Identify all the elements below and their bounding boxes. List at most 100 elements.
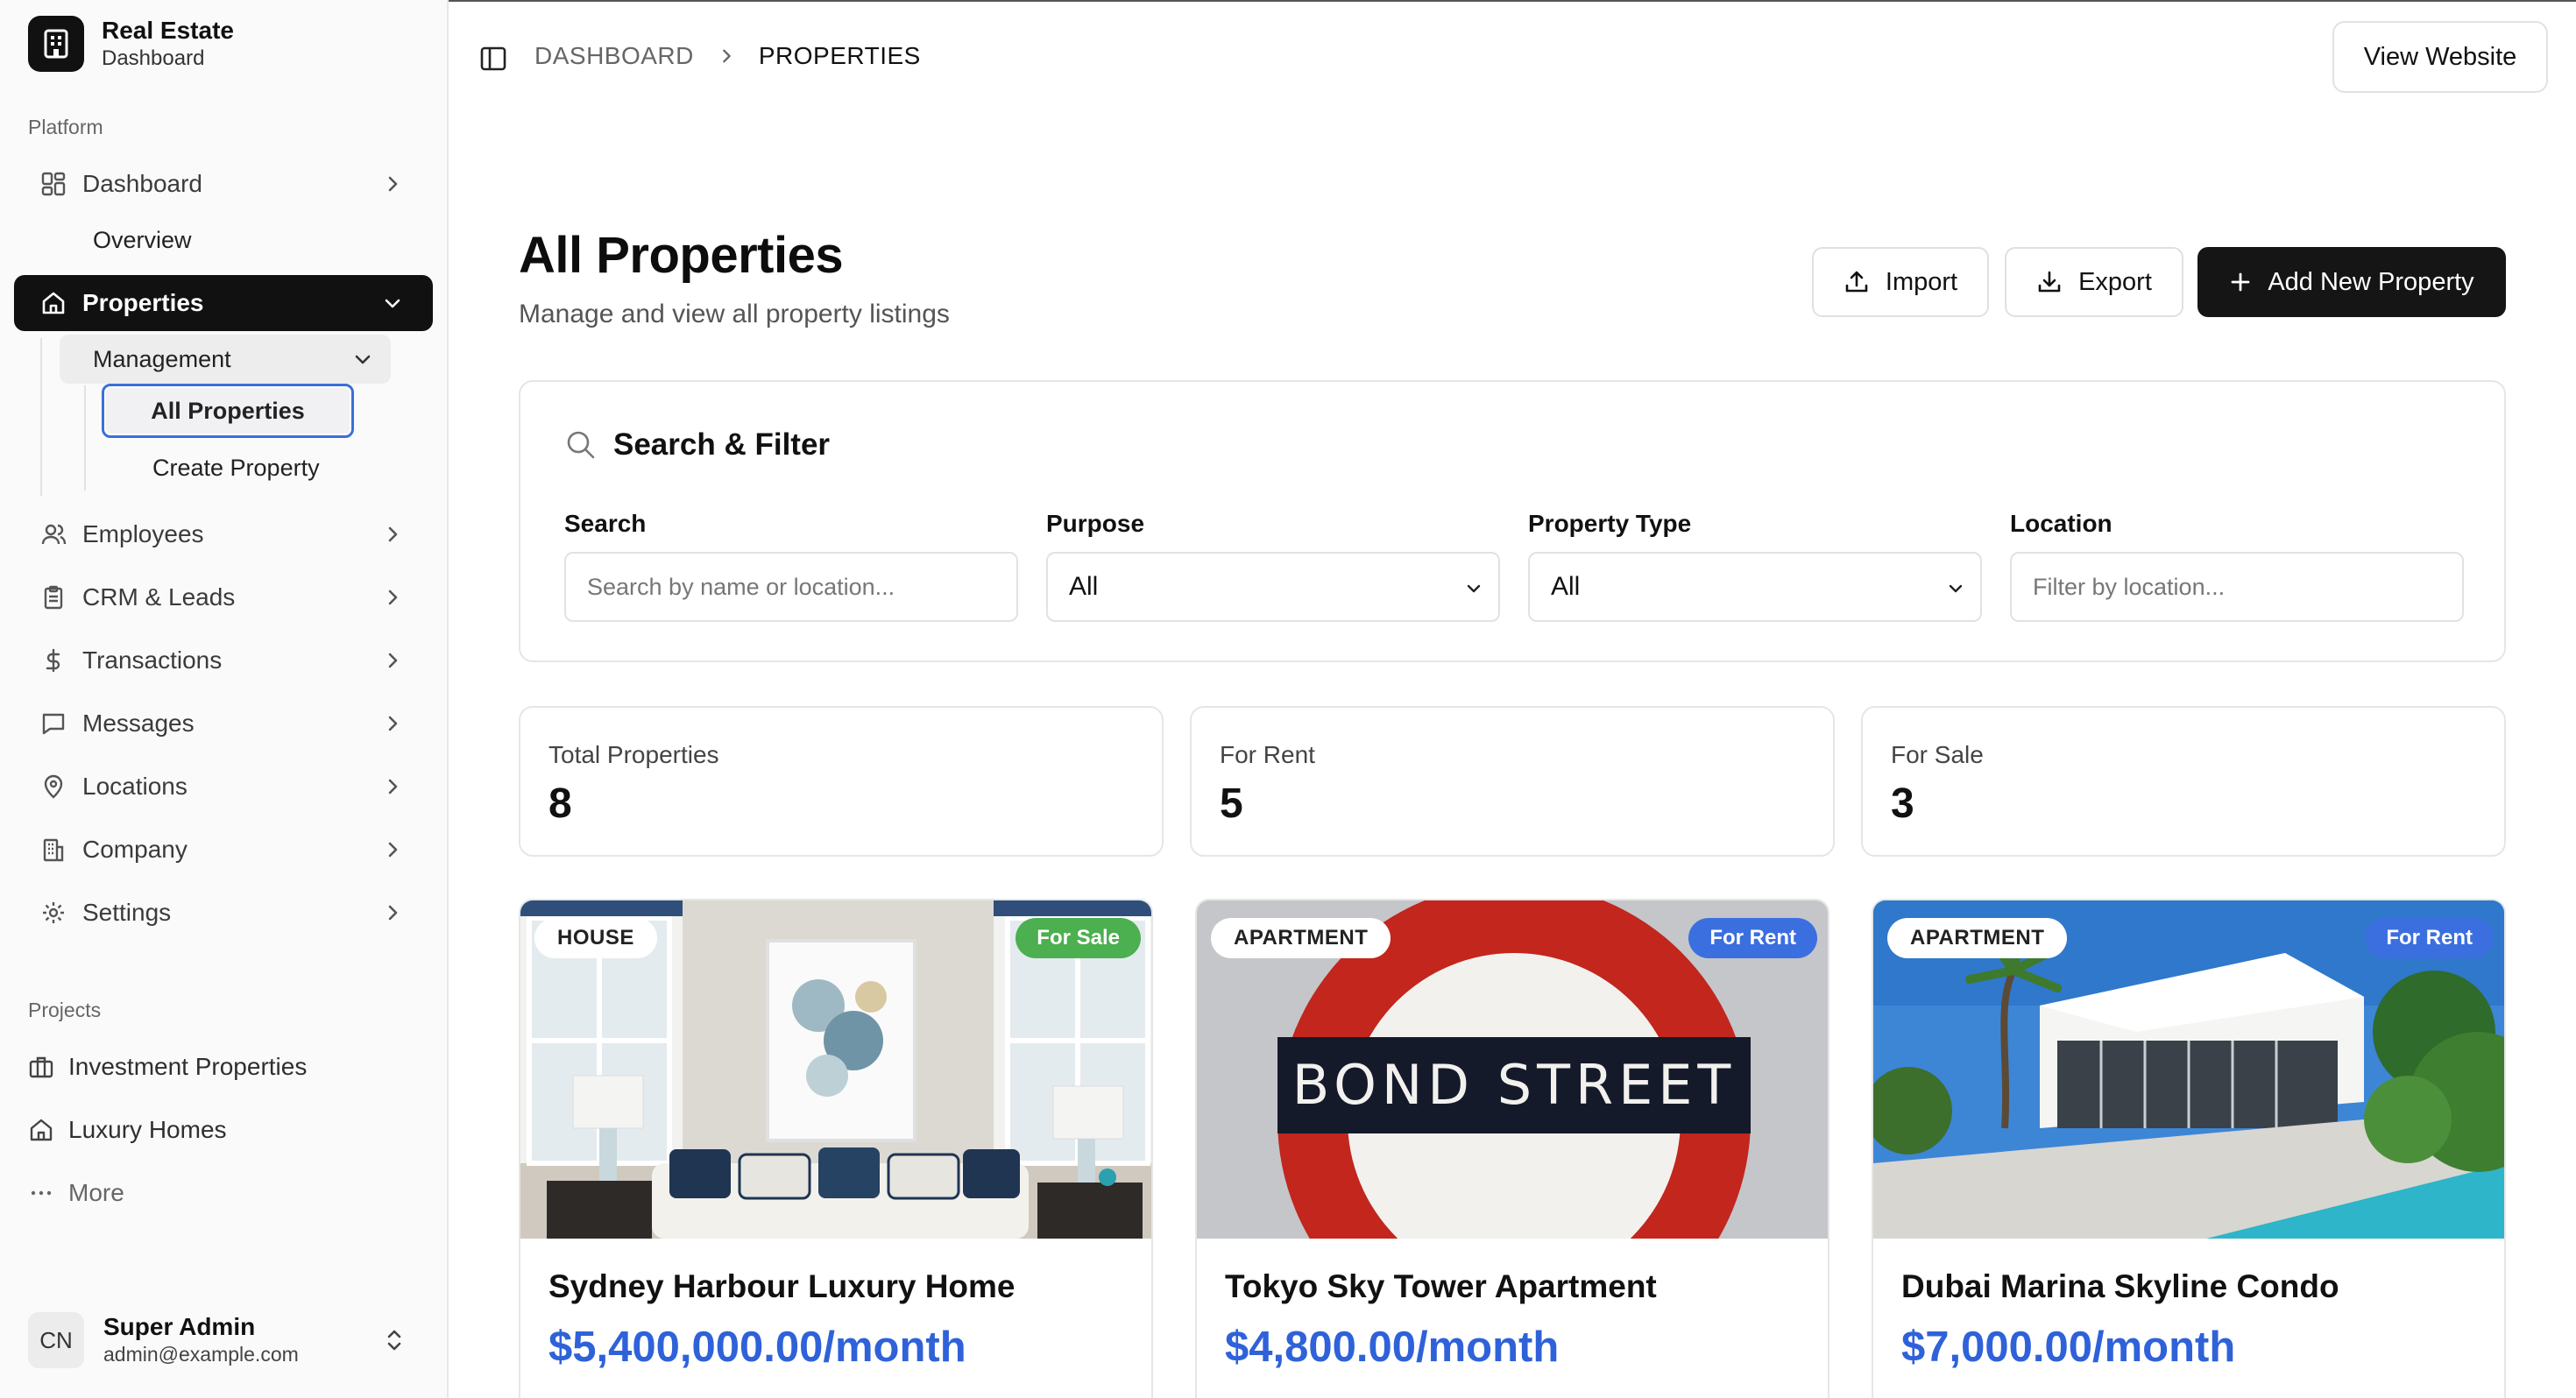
submenu-guide-line <box>40 338 42 496</box>
stat-value: 8 <box>548 780 572 827</box>
property-type-select[interactable]: All <box>1528 552 1982 622</box>
user-email: admin@example.com <box>103 1343 299 1366</box>
import-label: Import <box>1885 267 1958 296</box>
export-button[interactable]: Export <box>2005 247 2183 317</box>
submenu-guide-line <box>84 385 86 491</box>
stat-total-properties: Total Properties 8 <box>519 706 1164 857</box>
clipboard-icon <box>40 584 67 611</box>
sidebar-item-dashboard[interactable]: Dashboard <box>14 156 433 212</box>
purpose-value: All <box>1069 572 1099 601</box>
property-type-value: All <box>1551 572 1581 601</box>
breadcrumb: DASHBOARD PROPERTIES <box>534 42 921 70</box>
chevron-right-icon <box>384 652 401 669</box>
home-icon <box>40 290 67 316</box>
sidebar-item-label: Company <box>82 836 188 863</box>
user-menu[interactable]: CN Super Admin admin@example.com <box>28 1305 422 1375</box>
sidebar-item-messages[interactable]: Messages <box>14 695 433 752</box>
sidebar-item-label: Transactions <box>82 646 223 674</box>
sidebar-item-label: Locations <box>82 773 188 800</box>
property-image-modern-villa: APARTMENT For Rent <box>1873 900 2504 1239</box>
sidebar-subitem-management[interactable]: Management <box>60 335 391 384</box>
search-filter-card: Search & Filter Search Search by name or… <box>519 380 2506 662</box>
chevron-down-icon <box>354 350 372 368</box>
upload-icon <box>1844 269 1870 295</box>
map-pin-icon <box>40 773 67 800</box>
export-label: Export <box>2078 267 2152 296</box>
project-more[interactable]: More <box>28 1169 124 1218</box>
property-title[interactable]: Tokyo Sky Tower Apartment <box>1225 1268 1657 1305</box>
project-investment-properties[interactable]: Investment Properties <box>28 1042 307 1091</box>
sidebar-item-settings[interactable]: Settings <box>14 885 433 941</box>
property-price: $4,800.00/month <box>1225 1324 1560 1371</box>
page-subtitle: Manage and view all property listings <box>519 300 950 328</box>
chevron-right-icon <box>384 526 401 543</box>
property-card[interactable]: BOND STREET APARTMENT For Rent Tokyo Sky… <box>1195 899 1829 1398</box>
stat-for-sale: For Sale 3 <box>1861 706 2506 857</box>
property-price: $7,000.00/month <box>1901 1324 2236 1371</box>
gear-icon <box>40 900 67 926</box>
property-type-badge: HOUSE <box>534 918 657 958</box>
chevrons-up-down-icon <box>384 1326 405 1354</box>
import-button[interactable]: Import <box>1812 247 1989 317</box>
property-type-badge: APARTMENT <box>1211 918 1391 958</box>
sidebar-subitem-all-properties[interactable]: All Properties <box>102 384 354 438</box>
property-card[interactable]: HOUSE For Sale Sydney Harbour Luxury Hom… <box>519 899 1153 1398</box>
chevron-down-icon <box>384 294 401 312</box>
property-title[interactable]: Dubai Marina Skyline Condo <box>1901 1268 2339 1305</box>
breadcrumb-dashboard[interactable]: DASHBOARD <box>534 42 694 70</box>
platform-label: Platform <box>28 116 103 138</box>
search-icon <box>564 428 598 462</box>
property-type-badge: APARTMENT <box>1887 918 2068 958</box>
property-price: $5,400,000.00/month <box>548 1324 966 1371</box>
dollar-icon <box>40 647 67 674</box>
avatar: CN <box>28 1312 84 1368</box>
chevron-down-icon <box>1947 580 1964 597</box>
chevron-right-icon <box>384 715 401 732</box>
view-website-button[interactable]: View Website <box>2332 21 2548 93</box>
property-image-bond-street-sign: BOND STREET APARTMENT For Rent <box>1197 900 1828 1239</box>
sidebar-item-properties[interactable]: Properties <box>14 275 433 331</box>
chevron-down-icon <box>1465 580 1483 597</box>
add-new-property-button[interactable]: Add New Property <box>2197 247 2506 317</box>
projects-label: Projects <box>28 999 102 1021</box>
sidebar-item-transactions[interactable]: Transactions <box>14 632 433 688</box>
property-card[interactable]: APARTMENT For Rent Dubai Marina Skyline … <box>1872 899 2506 1398</box>
home-icon <box>28 1117 54 1143</box>
stat-label: For Sale <box>1891 741 1984 768</box>
project-label: Luxury Homes <box>68 1116 227 1143</box>
chevron-right-icon <box>384 175 401 193</box>
sidebar-item-locations[interactable]: Locations <box>14 759 433 815</box>
location-input[interactable]: Filter by location... <box>2010 552 2464 622</box>
purpose-label: Purpose <box>1046 510 1145 537</box>
property-title[interactable]: Sydney Harbour Luxury Home <box>548 1268 1016 1305</box>
download-icon <box>2036 269 2063 295</box>
property-image-living-room: HOUSE For Sale <box>520 900 1151 1239</box>
sidebar-item-label: Properties <box>82 289 204 316</box>
project-luxury-homes[interactable]: Luxury Homes <box>28 1105 227 1154</box>
location-label: Location <box>2010 510 2112 537</box>
stat-value: 5 <box>1220 780 1243 827</box>
purpose-select[interactable]: All <box>1046 552 1500 622</box>
stat-label: Total Properties <box>548 741 719 768</box>
sidebar-subitem-overview[interactable]: Overview <box>93 221 192 259</box>
sidebar-item-employees[interactable]: Employees <box>14 506 433 562</box>
briefcase-icon <box>28 1054 54 1080</box>
sidebar: Real Estate Dashboard Platform Dashboard… <box>0 0 449 1398</box>
filter-title: Search & Filter <box>613 427 831 462</box>
brand-title: Real Estate <box>102 17 234 44</box>
chevron-right-icon <box>384 841 401 858</box>
sidebar-item-company[interactable]: Company <box>14 822 433 878</box>
management-label: Management <box>93 345 231 372</box>
dashboard-grid-icon <box>40 171 67 197</box>
breadcrumb-properties: PROPERTIES <box>758 42 921 69</box>
search-label: Search <box>564 510 647 537</box>
sidebar-item-crm-leads[interactable]: CRM & Leads <box>14 569 433 625</box>
message-icon <box>40 710 67 737</box>
search-input[interactable]: Search by name or location... <box>564 552 1018 622</box>
sidebar-toggle-icon[interactable] <box>478 44 508 74</box>
sidebar-subitem-create-property[interactable]: Create Property <box>152 448 320 487</box>
add-new-label: Add New Property <box>2268 267 2474 296</box>
sidebar-item-label: CRM & Leads <box>82 583 236 611</box>
brand[interactable]: Real Estate Dashboard <box>28 16 234 72</box>
chevron-right-icon <box>384 589 401 606</box>
